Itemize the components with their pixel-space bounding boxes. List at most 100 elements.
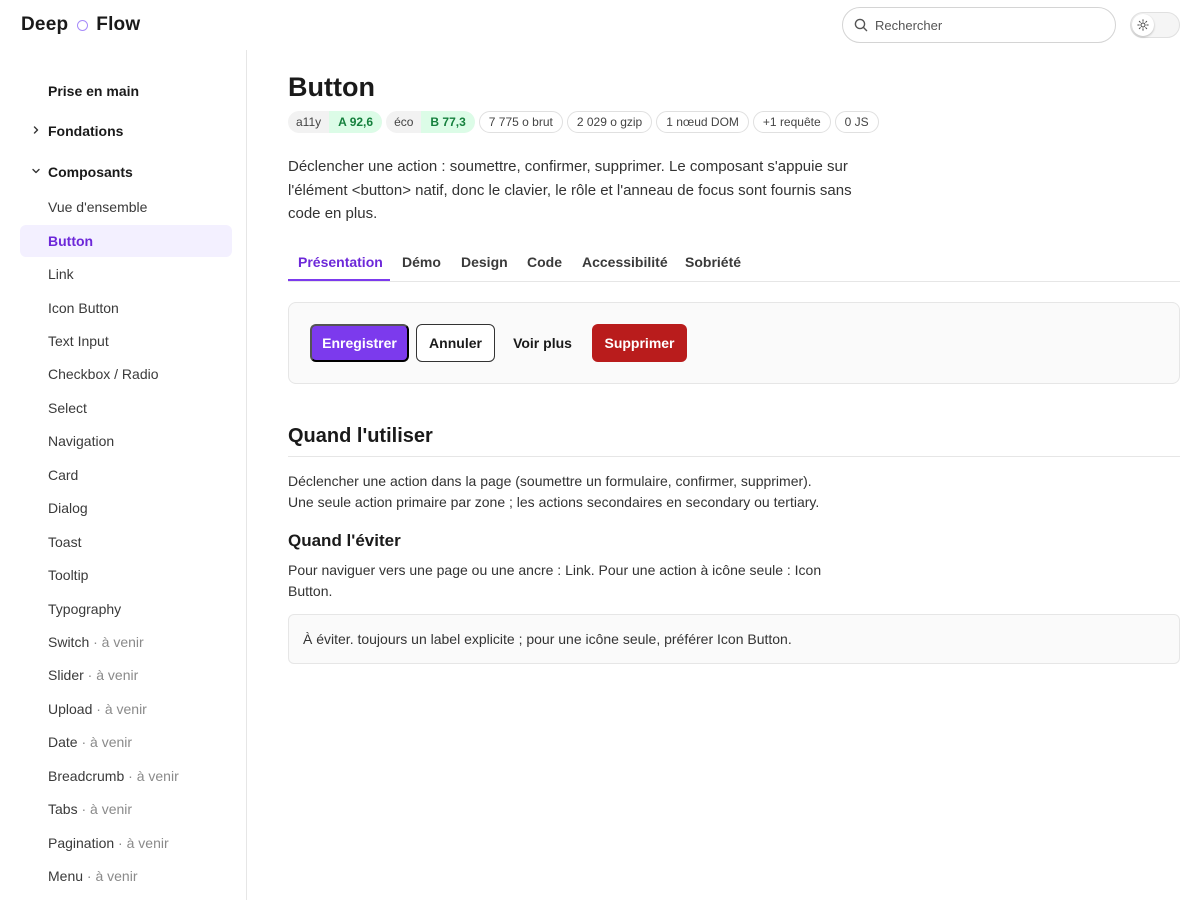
save-button[interactable]: Enregistrer <box>310 324 409 362</box>
search-icon <box>854 18 868 32</box>
sidebar-item-label: Switch <box>48 634 90 650</box>
brand-name-part2: Flow <box>96 14 141 35</box>
cancel-button[interactable]: Annuler <box>416 324 495 362</box>
sidebar-item-breadcrumb[interactable]: Breadcrumb · à venir <box>20 760 232 792</box>
sidebar-item-button[interactable]: Button <box>20 225 232 257</box>
theme-toggle-knob <box>1132 14 1154 36</box>
demo-panel: Enregistrer Annuler Voir plus Supprimer <box>288 302 1180 384</box>
page-intro: Déclencher une action : soumettre, confi… <box>288 158 852 222</box>
coming-soon-label: · à venir <box>114 835 169 851</box>
sidebar-item-typography[interactable]: Typography <box>20 593 232 625</box>
search-box[interactable] <box>842 7 1116 43</box>
sidebar-item-label: Link <box>48 266 74 282</box>
section-when-to-use-title: Quand l'utiliser <box>288 425 1180 457</box>
sidebar-item-label: Pagination <box>48 835 115 851</box>
gzip-size-badge: 2 029 o gzip <box>566 111 653 133</box>
tab-code[interactable]: Code <box>527 250 562 281</box>
theme-toggle[interactable] <box>1130 12 1180 38</box>
chevron-right-icon <box>33 126 39 134</box>
tab-design[interactable]: Design <box>461 250 508 281</box>
top-header: Deep Flow <box>0 0 1200 50</box>
badge-key: a11y <box>296 115 322 129</box>
sidebar-item-label: Navigation <box>48 433 115 449</box>
tab-presentation[interactable]: Présentation <box>288 250 390 281</box>
sidebar-item-upload[interactable]: Upload · à venir <box>20 693 232 725</box>
sidebar-item-card[interactable]: Card <box>20 459 232 491</box>
sidebar-item-label: Menu <box>48 868 84 884</box>
sidebar-item-text-input[interactable]: Text Input <box>20 325 232 357</box>
sidebar-item-label: Toast <box>48 534 82 550</box>
sidebar-group-components[interactable]: Composants <box>20 156 232 188</box>
badge-value: A 92,6 <box>329 111 383 133</box>
when-to-avoid-text: Pour naviguer vers une page ou une ancre… <box>288 562 822 599</box>
coming-soon-label: · à venir <box>124 768 179 784</box>
sidebar-item-label: Slider <box>48 667 84 683</box>
sidebar-item-label: Dialog <box>48 500 88 516</box>
coming-soon-label: · à venir <box>89 634 144 650</box>
sidebar-item-label: Tooltip <box>48 567 89 583</box>
sidebar-item-label: Date <box>48 734 78 750</box>
sidebar-item-icon-button[interactable]: Icon Button <box>20 292 232 324</box>
coming-soon-label: · à venir <box>77 734 133 750</box>
badge-key: éco <box>394 115 414 129</box>
when-to-use-line1: Déclencher une action dans la page (soum… <box>288 473 812 489</box>
sidebar-item-link[interactable]: Link <box>20 258 232 290</box>
sidebar-item-toast[interactable]: Toast <box>20 526 232 558</box>
sidebar-item-label: Checkbox / Radio <box>48 366 159 382</box>
a11y-score-badge: a11y A 92,6 <box>288 111 383 133</box>
sidebar-item-pagination[interactable]: Pagination · à venir <box>20 827 232 859</box>
sidebar-item-tabs[interactable]: Tabs · à venir <box>20 793 232 825</box>
sidebar-item-label: Select <box>48 400 87 416</box>
sidebar-group-start[interactable]: Prise en main <box>20 75 232 107</box>
sidebar-item-label: Tabs <box>48 801 78 817</box>
sidebar-item-label: Upload <box>48 701 93 717</box>
coming-soon-label: · à venir <box>77 801 133 817</box>
sidebar-item-date[interactable]: Date · à venir <box>20 726 232 758</box>
delete-button[interactable]: Supprimer <box>592 324 687 362</box>
search-input[interactable] <box>875 17 1095 33</box>
when-to-use-line2: Une seule action primaire par zone ; les… <box>288 494 820 510</box>
js-badge: 0 JS <box>834 111 879 133</box>
sidebar-group-label: Composants <box>48 164 133 180</box>
sidebar-group-label: Fondations <box>48 123 124 139</box>
metrics-badges: a11y A 92,6 éco B 77,3 7 775 o brut 2 02… <box>288 111 879 133</box>
sidebar-item-label: Card <box>48 467 79 483</box>
tab-sobriety[interactable]: Sobriété <box>685 250 741 281</box>
sidebar-item-label: Breadcrumb <box>48 768 125 784</box>
badge-value: B 77,3 <box>421 111 475 133</box>
coming-soon-label: · à venir <box>83 667 139 683</box>
callout-text: À éviter. toujours un label explicite ; … <box>303 631 792 647</box>
coming-soon-label: · à venir <box>92 701 147 717</box>
sidebar-item-dialog[interactable]: Dialog <box>20 492 232 524</box>
sun-icon <box>1137 19 1149 31</box>
brand-logo[interactable]: Deep Flow <box>21 14 140 36</box>
sidebar-item-label: Icon Button <box>48 300 119 316</box>
sidebar-item-label: Vue d'ensemble <box>48 199 148 215</box>
sidebar-item-label: Typography <box>48 601 122 617</box>
sidebar-item-checkbox-radio[interactable]: Checkbox / Radio <box>20 358 232 390</box>
eco-score-badge: éco B 77,3 <box>386 111 475 133</box>
brand-ring-icon <box>77 19 89 31</box>
sidebar-item-tooltip[interactable]: Tooltip <box>20 559 232 591</box>
see-more-button[interactable]: Voir plus <box>504 324 581 362</box>
sidebar-nav: Prise en main Fondations Composants Vue … <box>0 50 247 900</box>
sidebar-item-menu[interactable]: Menu · à venir <box>20 860 232 892</box>
tab-bar: Présentation Démo Design Code Accessibil… <box>288 250 1180 282</box>
sidebar-group-label: Prise en main <box>48 83 140 99</box>
sidebar-item-overview[interactable]: Vue d'ensemble <box>20 191 232 223</box>
tab-demo[interactable]: Démo <box>402 250 441 281</box>
chevron-down-icon <box>32 168 40 174</box>
section-when-to-avoid-title: Quand l'éviter <box>288 531 401 550</box>
dom-nodes-badge: 1 nœud DOM <box>656 111 749 133</box>
sidebar-group-foundations[interactable]: Fondations <box>20 115 232 147</box>
sidebar-item-navigation[interactable]: Navigation <box>20 425 232 457</box>
sidebar-item-label: Text Input <box>48 333 109 349</box>
raw-size-badge: 7 775 o brut <box>478 111 563 133</box>
sidebar-item-switch[interactable]: Switch · à venir <box>20 626 232 658</box>
page-title: Button <box>288 72 375 102</box>
sidebar-item-slider[interactable]: Slider · à venir <box>20 659 232 691</box>
callout-note: À éviter. toujours un label explicite ; … <box>288 614 1180 664</box>
coming-soon-label: · à venir <box>83 868 138 884</box>
sidebar-item-select[interactable]: Select <box>20 392 232 424</box>
tab-accessibility[interactable]: Accessibilité <box>582 250 668 281</box>
